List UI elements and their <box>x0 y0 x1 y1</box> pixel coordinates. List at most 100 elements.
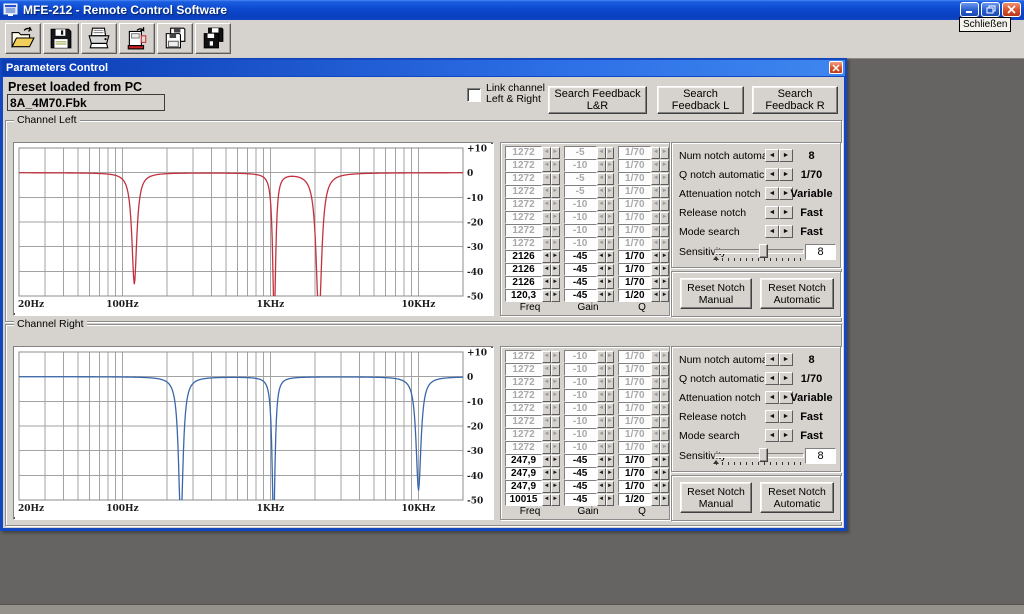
freq-increment-button[interactable]: ► <box>551 264 560 276</box>
reset-notch-manual-button[interactable]: Reset NotchManual <box>680 482 752 513</box>
q-increment-button[interactable]: ► <box>660 468 669 480</box>
sensitivity-value[interactable]: 8 <box>805 244 836 260</box>
upload-device-button[interactable] <box>119 23 155 54</box>
reset-notch-manual-button[interactable]: Reset NotchManual <box>680 278 752 309</box>
q-decrement-button[interactable]: ◄ <box>651 264 660 276</box>
gain-value[interactable]: -45 <box>564 263 597 276</box>
gain-value[interactable]: -45 <box>564 480 597 493</box>
q-decrement-button[interactable]: ◄ <box>651 455 660 467</box>
gain-increment-button[interactable]: ► <box>606 468 615 480</box>
gain-decrement-button[interactable]: ◄ <box>597 277 606 289</box>
q-value[interactable]: 1/70 <box>618 276 651 289</box>
gain-decrement-button[interactable]: ◄ <box>597 264 606 276</box>
gain-value[interactable]: -45 <box>564 250 597 263</box>
q-value[interactable]: 1/20 <box>618 289 651 302</box>
reset-notch-automatic-button[interactable]: Reset NotchAutomatic <box>760 482 834 513</box>
q-increment-button[interactable]: ► <box>660 481 669 493</box>
param-decrement-button[interactable]: ◄ <box>765 225 779 238</box>
param-decrement-button[interactable]: ◄ <box>765 168 779 181</box>
dialog-close-button[interactable] <box>829 61 843 74</box>
q-increment-button[interactable]: ► <box>660 277 669 289</box>
freq-decrement-button[interactable]: ◄ <box>542 277 551 289</box>
gain-increment-button[interactable]: ► <box>606 455 615 467</box>
freq-increment-button[interactable]: ► <box>551 290 560 302</box>
freq-increment-button[interactable]: ► <box>551 277 560 289</box>
reset-notch-automatic-button[interactable]: Reset NotchAutomatic <box>760 278 834 309</box>
param-decrement-button[interactable]: ◄ <box>765 372 779 385</box>
freq-value[interactable]: 247,9 <box>505 454 542 467</box>
q-decrement-button[interactable]: ◄ <box>651 481 660 493</box>
minimize-button[interactable] <box>960 2 979 17</box>
gain-increment-button[interactable]: ► <box>606 481 615 493</box>
gain-increment-button[interactable]: ► <box>606 264 615 276</box>
param-decrement-button[interactable]: ◄ <box>765 410 779 423</box>
q-value[interactable]: 1/70 <box>618 250 651 263</box>
gain-increment-button[interactable]: ► <box>606 251 615 263</box>
freq-value[interactable]: 120,3 <box>505 289 542 302</box>
q-increment-button[interactable]: ► <box>660 264 669 276</box>
q-decrement-button[interactable]: ◄ <box>651 468 660 480</box>
backup-disks-button[interactable] <box>195 23 231 54</box>
freq-increment-button[interactable]: ► <box>551 455 560 467</box>
save-file-button[interactable] <box>43 23 79 54</box>
sensitivity-value[interactable]: 8 <box>805 448 836 464</box>
q-value[interactable]: 1/70 <box>618 454 651 467</box>
q-increment-button[interactable]: ► <box>660 494 669 506</box>
param-decrement-button[interactable]: ◄ <box>765 149 779 162</box>
search-feedback-lr-button[interactable]: Search Feedback L&R <box>548 86 647 114</box>
freq-decrement-button[interactable]: ◄ <box>542 264 551 276</box>
gain-decrement-button[interactable]: ◄ <box>597 455 606 467</box>
q-value[interactable]: 1/70 <box>618 467 651 480</box>
freq-value[interactable]: 10015 <box>505 493 542 506</box>
q-value[interactable]: 1/70 <box>618 480 651 493</box>
freq-value[interactable]: 2126 <box>505 263 542 276</box>
q-value[interactable]: 1/70 <box>618 263 651 276</box>
freq-decrement-button[interactable]: ◄ <box>542 494 551 506</box>
open-file-button[interactable] <box>5 23 41 54</box>
search-feedback-r-button[interactable]: Search Feedback R <box>752 86 838 114</box>
gain-value[interactable]: -45 <box>564 276 597 289</box>
freq-increment-button[interactable]: ► <box>551 251 560 263</box>
gain-increment-button[interactable]: ► <box>606 277 615 289</box>
freq-value[interactable]: 247,9 <box>505 480 542 493</box>
q-increment-button[interactable]: ► <box>660 290 669 302</box>
freq-decrement-button[interactable]: ◄ <box>542 481 551 493</box>
freq-increment-button[interactable]: ► <box>551 494 560 506</box>
link-channel-checkbox[interactable] <box>467 88 481 102</box>
gain-decrement-button[interactable]: ◄ <box>597 494 606 506</box>
freq-decrement-button[interactable]: ◄ <box>542 290 551 302</box>
gain-value[interactable]: -45 <box>564 467 597 480</box>
freq-value[interactable]: 247,9 <box>505 467 542 480</box>
close-button[interactable] <box>1002 2 1021 17</box>
sensitivity-slider-thumb[interactable] <box>759 244 768 258</box>
print-button[interactable] <box>81 23 117 54</box>
gain-decrement-button[interactable]: ◄ <box>597 251 606 263</box>
param-decrement-button[interactable]: ◄ <box>765 187 779 200</box>
gain-decrement-button[interactable]: ◄ <box>597 481 606 493</box>
q-decrement-button[interactable]: ◄ <box>651 290 660 302</box>
param-decrement-button[interactable]: ◄ <box>765 353 779 366</box>
q-increment-button[interactable]: ► <box>660 251 669 263</box>
param-decrement-button[interactable]: ◄ <box>765 429 779 442</box>
search-feedback-l-button[interactable]: Search Feedback L <box>657 86 744 114</box>
gain-decrement-button[interactable]: ◄ <box>597 468 606 480</box>
restore-button[interactable] <box>981 2 1000 17</box>
gain-value[interactable]: -45 <box>564 289 597 302</box>
copy-disks-button[interactable] <box>157 23 193 54</box>
gain-increment-button[interactable]: ► <box>606 290 615 302</box>
freq-increment-button[interactable]: ► <box>551 468 560 480</box>
freq-value[interactable]: 2126 <box>505 250 542 263</box>
q-decrement-button[interactable]: ◄ <box>651 494 660 506</box>
gain-value[interactable]: -45 <box>564 454 597 467</box>
param-decrement-button[interactable]: ◄ <box>765 391 779 404</box>
gain-decrement-button[interactable]: ◄ <box>597 290 606 302</box>
gain-value[interactable]: -45 <box>564 493 597 506</box>
freq-decrement-button[interactable]: ◄ <box>542 455 551 467</box>
dialog-titlebar[interactable]: Parameters Control <box>2 60 845 76</box>
freq-value[interactable]: 2126 <box>505 276 542 289</box>
gain-increment-button[interactable]: ► <box>606 494 615 506</box>
q-decrement-button[interactable]: ◄ <box>651 277 660 289</box>
q-value[interactable]: 1/20 <box>618 493 651 506</box>
freq-increment-button[interactable]: ► <box>551 481 560 493</box>
freq-decrement-button[interactable]: ◄ <box>542 468 551 480</box>
